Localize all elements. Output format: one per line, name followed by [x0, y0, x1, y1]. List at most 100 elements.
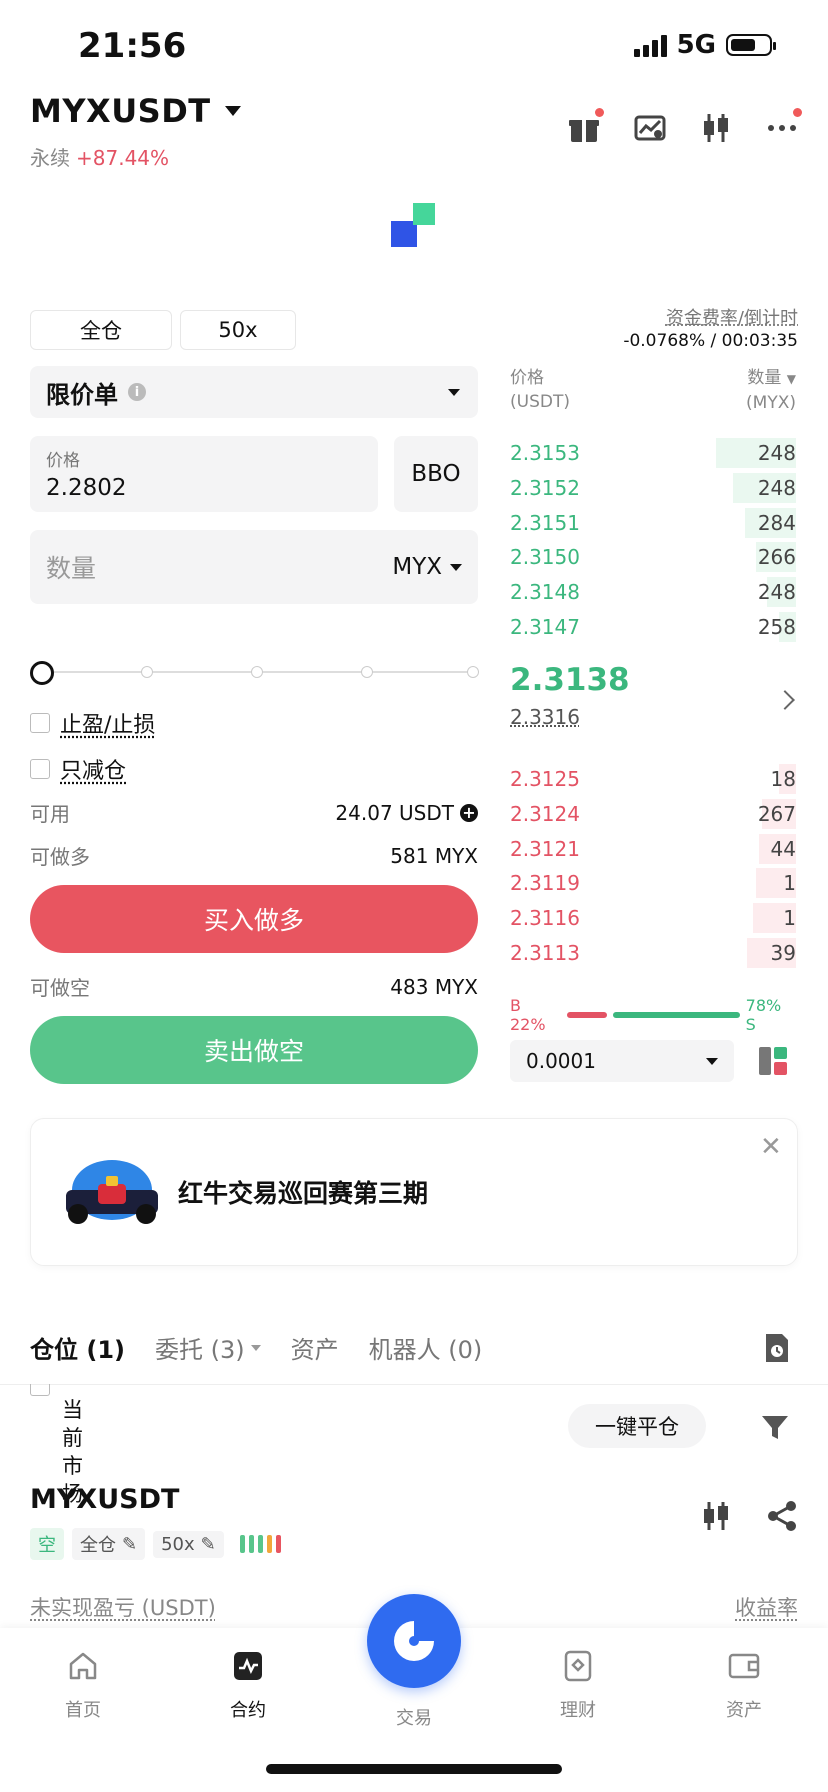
slider-knob[interactable] — [30, 661, 54, 685]
funding-label[interactable]: 资金费率/倒计时 — [666, 304, 798, 330]
orderbook-qty-toggle[interactable]: 数量 ▼ (MYX) — [746, 366, 796, 415]
nav-trade-label[interactable]: 交易 — [364, 1704, 464, 1730]
filter-icon[interactable] — [760, 1412, 790, 1442]
sell-ratio-bar — [612, 1012, 740, 1018]
chart-analysis-icon[interactable] — [634, 112, 666, 144]
tab-positions[interactable]: 仓位 (1) — [30, 1330, 125, 1365]
slider-node-100[interactable] — [467, 666, 479, 678]
sell-short-button[interactable]: 卖出做空 — [30, 1016, 478, 1084]
orderbook-row[interactable]: 2.3121 44 — [510, 832, 796, 866]
caret-down-icon — [250, 1344, 261, 1351]
pair-title: MYXUSDT — [30, 92, 211, 130]
available-label: 可用 — [30, 802, 70, 826]
margin-tag[interactable]: 全仓 ✎ — [72, 1528, 146, 1560]
quantity-unit-label: MYX — [392, 554, 442, 580]
orderbook-price: 2.3116 — [510, 906, 580, 931]
banner-title: 红牛交易巡回赛第三期 — [178, 1179, 429, 1208]
tab-assets[interactable]: 资产 — [291, 1330, 339, 1365]
close-all-button[interactable]: 一键平仓 — [568, 1404, 706, 1448]
brand-logo-square-green — [413, 203, 435, 225]
slider-node-75[interactable] — [361, 666, 373, 678]
available-value: 24.07 USDT — [335, 800, 454, 825]
reduce-only-checkbox-row[interactable]: 只减仓 — [30, 753, 126, 785]
chevron-right-icon[interactable] — [775, 690, 795, 710]
edit-icon: ✎ — [122, 1533, 138, 1555]
close-icon[interactable]: ✕ — [760, 1132, 782, 1162]
leverage-tag[interactable]: 50x ✎ — [153, 1530, 224, 1558]
orderbook-row[interactable]: 2.3153 248 — [510, 436, 796, 470]
tabs-divider — [0, 1384, 828, 1385]
orderbook-row[interactable]: 2.3151 284 — [510, 506, 796, 540]
max-long-label: 可做多 — [30, 845, 90, 869]
quantity-input[interactable]: 数量 MYX — [30, 530, 478, 604]
last-price[interactable]: 2.3138 — [510, 662, 630, 698]
tab-orders[interactable]: 委托 (3) — [155, 1330, 261, 1365]
status-time: 21:56 — [78, 26, 187, 66]
nav-home[interactable]: 首页 — [33, 1650, 133, 1722]
orderbook-row[interactable]: 2.3113 39 — [510, 936, 796, 970]
chevron-down-icon — [450, 563, 462, 571]
candlestick-icon[interactable] — [700, 112, 732, 144]
share-icon[interactable] — [766, 1500, 798, 1532]
orderbook-qty: 1 — [783, 906, 796, 931]
tp-sl-checkbox[interactable] — [30, 713, 50, 733]
orderbook-price: 2.3148 — [510, 580, 580, 605]
orderbook-layout-icon[interactable] — [758, 1046, 788, 1076]
margin-mode-button[interactable]: 全仓 — [30, 310, 172, 350]
leverage-button[interactable]: 50x — [180, 310, 296, 350]
candlestick-icon[interactable] — [700, 1500, 732, 1532]
orderbook-price: 2.3113 — [510, 941, 580, 965]
buy-long-button[interactable]: 买入做多 — [30, 885, 478, 953]
precision-select[interactable]: 0.0001 — [510, 1040, 734, 1082]
reduce-only-checkbox[interactable] — [30, 759, 50, 779]
quantity-unit-select[interactable]: MYX — [392, 554, 462, 580]
price-change: +87.44% — [76, 146, 170, 170]
home-icon — [69, 1652, 97, 1680]
edit-icon: ✎ — [200, 1533, 216, 1555]
gift-icon[interactable] — [568, 108, 604, 144]
orderbook-price: 2.3124 — [510, 801, 580, 826]
orderbook-price: 2.3151 — [510, 510, 580, 535]
more-icon[interactable] — [766, 108, 802, 144]
history-document-icon[interactable] — [764, 1332, 790, 1364]
order-type-select[interactable]: 限价单 i — [30, 366, 478, 418]
yield-label[interactable]: 收益率 — [735, 1592, 798, 1622]
position-tags: 空 全仓 ✎ 50x ✎ — [30, 1528, 281, 1560]
network-type: 5G — [676, 30, 716, 60]
current-market-checkbox[interactable] — [30, 1384, 50, 1396]
bbo-button[interactable]: BBO — [394, 436, 478, 512]
mark-price[interactable]: 2.3316 — [510, 705, 580, 729]
orderbook-price: 2.3147 — [510, 615, 580, 639]
nav-futures[interactable]: 合约 — [198, 1650, 298, 1722]
unrealized-pnl-label[interactable]: 未实现盈亏 (USDT) — [30, 1592, 216, 1622]
chevron-down-icon — [448, 388, 460, 396]
orderbook-row[interactable]: 2.3152 248 — [510, 471, 796, 505]
slider-node-25[interactable] — [141, 666, 153, 678]
position-pair[interactable]: MYXUSDT — [30, 1484, 179, 1515]
slider-node-50[interactable] — [251, 666, 263, 678]
orderbook-row[interactable]: 2.3116 1 — [510, 901, 796, 935]
orderbook-row[interactable]: 2.3119 1 — [510, 866, 796, 900]
orderbook-row[interactable]: 2.3124 267 — [510, 797, 796, 831]
pair-selector[interactable]: MYXUSDT — [30, 92, 241, 130]
orderbook-row[interactable]: 2.3125 18 — [510, 762, 796, 796]
orderbook-qty: 266 — [757, 545, 796, 570]
buy-ratio: B 22% — [510, 996, 546, 1034]
orderbook-row[interactable]: 2.3148 248 — [510, 575, 796, 609]
orderbook-row[interactable]: 2.3147 258 — [510, 610, 796, 644]
nav-assets[interactable]: 资产 — [694, 1650, 794, 1722]
max-long-value: 581 MYX — [390, 843, 478, 868]
add-funds-icon[interactable]: + — [460, 803, 478, 822]
orderbook-row[interactable]: 2.3150 266 — [510, 540, 796, 574]
tab-bots[interactable]: 机器人 (0) — [369, 1330, 483, 1365]
tp-sl-checkbox-row[interactable]: 止盈/止损 — [30, 707, 155, 739]
orderbook-qty: 44 — [770, 836, 796, 861]
orderbook-price: 2.3150 — [510, 545, 580, 570]
price-input[interactable]: 价格 2.2802 — [30, 436, 378, 512]
funding-value: -0.0768% / 00:03:35 — [623, 331, 798, 351]
orderbook-price: 2.3125 — [510, 767, 580, 791]
trade-fab-button[interactable] — [367, 1594, 461, 1688]
orderbook-qty-unit: (MYX) — [746, 393, 796, 413]
info-icon[interactable]: i — [128, 383, 146, 401]
nav-earn[interactable]: 理财 — [528, 1650, 628, 1722]
